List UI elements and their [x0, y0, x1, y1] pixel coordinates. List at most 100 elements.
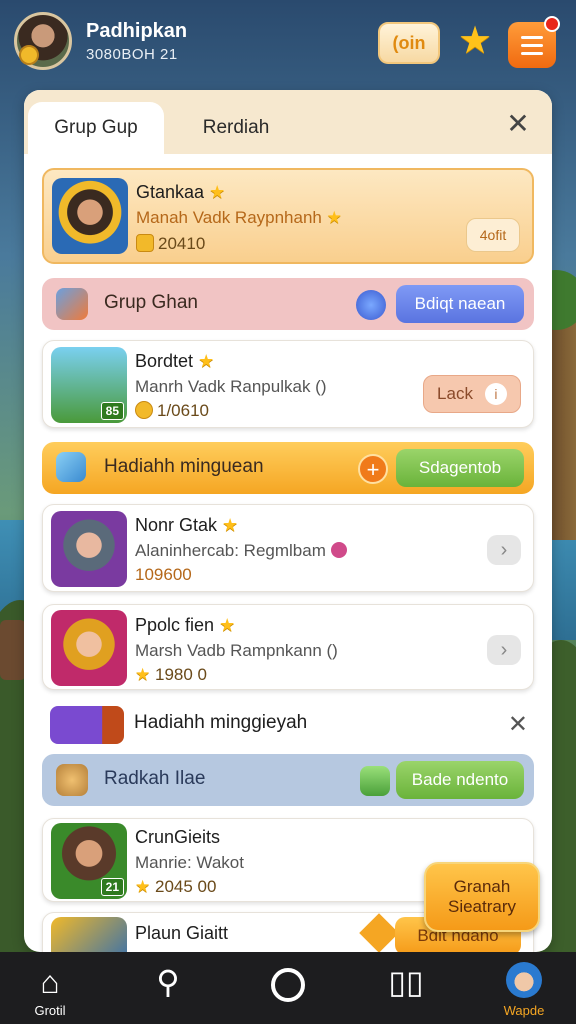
star-icon[interactable]: ★: [458, 22, 492, 60]
item-value: 2045 00: [154, 877, 217, 896]
featured-name: Gtankaa: [136, 182, 205, 202]
reward-banner-icon: [50, 706, 124, 744]
lock-button[interactable]: Lack i: [423, 375, 521, 413]
section-hadiahh-minggieyah: Hadiahh minggieyah ✕: [42, 700, 534, 748]
item-name-line: Bordtet ★: [135, 351, 214, 372]
item-value: 1980 0: [154, 665, 207, 684]
nav-center[interactable]: [238, 952, 338, 1024]
menu-line: [521, 43, 543, 47]
info-icon: i: [484, 383, 507, 405]
featured-value: 20410: [158, 234, 206, 253]
gem-icon: [356, 290, 386, 320]
teddy-bear-icon: [56, 764, 88, 796]
item-name-line: Nonr Gtak ★: [135, 515, 238, 536]
list-item[interactable]: 85 Bordtet ★ Manrh Vadk Ranpulkak () 1/0…: [42, 340, 534, 428]
plus-icon[interactable]: +: [358, 454, 388, 484]
close-icon[interactable]: ✕: [508, 710, 528, 739]
item-value: 1/0610: [157, 401, 209, 420]
close-icon[interactable]: ✕: [504, 110, 532, 138]
section-label: Radkah Ilae: [104, 768, 206, 789]
list-item[interactable]: Nonr Gtak ★ Alaninhercab: Regmlbam 10960…: [42, 504, 534, 592]
nav-cards[interactable]: ▯▯: [356, 952, 456, 1024]
level-badge: 21: [100, 878, 124, 896]
list-item[interactable]: Ppolc fien ★ Marsh Vadb Rampnkann () ★ 1…: [42, 604, 534, 690]
star-icon: ★: [219, 615, 236, 635]
nav-label: Grotil: [34, 1003, 66, 1018]
item-name-line: Ppolc fien ★: [135, 615, 235, 636]
float-line-2: Sieatrary: [447, 897, 517, 916]
chat-icon: [360, 766, 390, 796]
main-panel: Grup Gup Rerdiah ✕ Gtankaa ★ Manah Vadk …: [24, 90, 552, 952]
float-line-1: Granah: [453, 876, 511, 896]
tab-rerdiah[interactable]: Rerdiah: [176, 102, 296, 154]
notification-badge: [544, 16, 560, 32]
featured-button[interactable]: 4ofit: [466, 218, 520, 252]
item-name: Bordtet: [135, 351, 194, 371]
featured-subtitle: Manah Vadk Raypnhanh: [136, 208, 322, 227]
cards-icon: ▯▯: [388, 964, 424, 1000]
star-icon: ★: [326, 208, 342, 227]
coin-icon: [135, 401, 153, 419]
star-icon: ★: [209, 182, 226, 202]
star-icon: ★: [222, 515, 239, 535]
featured-subtitle-line: Manah Vadk Raypnhanh ★: [136, 208, 342, 228]
section-action-button[interactable]: Sdagentob: [396, 449, 524, 487]
bottom-navigation: ⌂ Grotil ⚲ ▯▯ Wapde: [0, 952, 576, 1024]
menu-line: [521, 51, 543, 55]
featured-thumbnail: [52, 178, 128, 254]
star-icon: ★: [135, 877, 151, 896]
player-avatar[interactable]: [14, 12, 72, 70]
tab-bar: Grup Gup Rerdiah ✕: [24, 90, 552, 154]
tab-grup-gup[interactable]: Grup Gup: [28, 102, 164, 154]
top-bar: Padhipkan 3080BOH 21 (oin ★: [0, 0, 576, 86]
diamond-icon: [359, 913, 399, 952]
featured-name-line: Gtankaa ★: [136, 182, 225, 203]
circle-icon: [271, 968, 305, 1002]
player-name: Padhipkan: [86, 20, 188, 42]
item-subtitle: Alaninhercab: Regmlbam: [135, 541, 326, 560]
section-label: Hadiahh minggieyah: [134, 712, 308, 733]
item-value-line: ★ 1980 0: [135, 665, 207, 685]
floating-action-button[interactable]: Granah Sieatrary: [424, 862, 540, 932]
item-thumbnail: 85: [51, 347, 127, 423]
item-value: 109600: [135, 565, 192, 584]
chevron-right-icon[interactable]: ›: [487, 535, 521, 565]
level-badge: 85: [100, 402, 124, 420]
nav-profile[interactable]: Wapde: [474, 952, 574, 1024]
featured-item[interactable]: Gtankaa ★ Manah Vadk Raypnhanh ★ 20410 4…: [42, 168, 534, 264]
item-thumbnail: 21: [51, 823, 127, 899]
item-name: Ppolc fien: [135, 615, 215, 635]
gift-icon: [56, 452, 86, 482]
nav-home[interactable]: ⌂ Grotil: [0, 952, 100, 1024]
menu-line: [521, 35, 543, 39]
potion-icon: [56, 288, 88, 320]
star-icon: ★: [135, 665, 151, 684]
nav-search[interactable]: ⚲: [118, 952, 218, 1024]
coin-button[interactable]: (oin: [378, 22, 440, 64]
section-radkah-ilae: Radkah Ilae Bade ndento: [42, 754, 534, 806]
star-icon: ★: [198, 351, 215, 371]
section-action-button[interactable]: Bdiqt naean: [396, 285, 524, 323]
chevron-right-icon[interactable]: ›: [487, 635, 521, 665]
player-id: 3080BOH 21: [86, 46, 178, 63]
item-subtitle-line: Alaninhercab: Regmlbam: [135, 541, 347, 561]
menu-button[interactable]: [508, 16, 560, 68]
avatar-coin-icon: [19, 45, 39, 65]
gold-icon: [136, 234, 154, 252]
item-subtitle: Manrh Vadk Ranpulkak (): [135, 377, 327, 396]
section-action-button[interactable]: Bade ndento: [396, 761, 524, 799]
featured-value-line: 20410: [136, 234, 205, 254]
profile-avatar-icon: [506, 962, 542, 998]
section-label: Hadiahh minguean: [104, 456, 264, 477]
nav-label: Wapde: [503, 1003, 545, 1018]
rock: [0, 620, 26, 680]
home-icon: ⌂: [40, 964, 60, 1000]
item-value-line: ★ 2045 00: [135, 877, 216, 897]
item-thumbnail: [51, 511, 127, 587]
item-name: Plaun Giaitt: [135, 923, 229, 943]
item-thumbnail: [51, 610, 127, 686]
section-hadiahh-minguean: Hadiahh minguean + Sdagentob: [42, 442, 534, 494]
item-name: Nonr Gtak: [135, 515, 218, 535]
section-grup-ghan: Grup Ghan Bdiqt naean: [42, 278, 534, 330]
section-label: Grup Ghan: [104, 292, 198, 313]
